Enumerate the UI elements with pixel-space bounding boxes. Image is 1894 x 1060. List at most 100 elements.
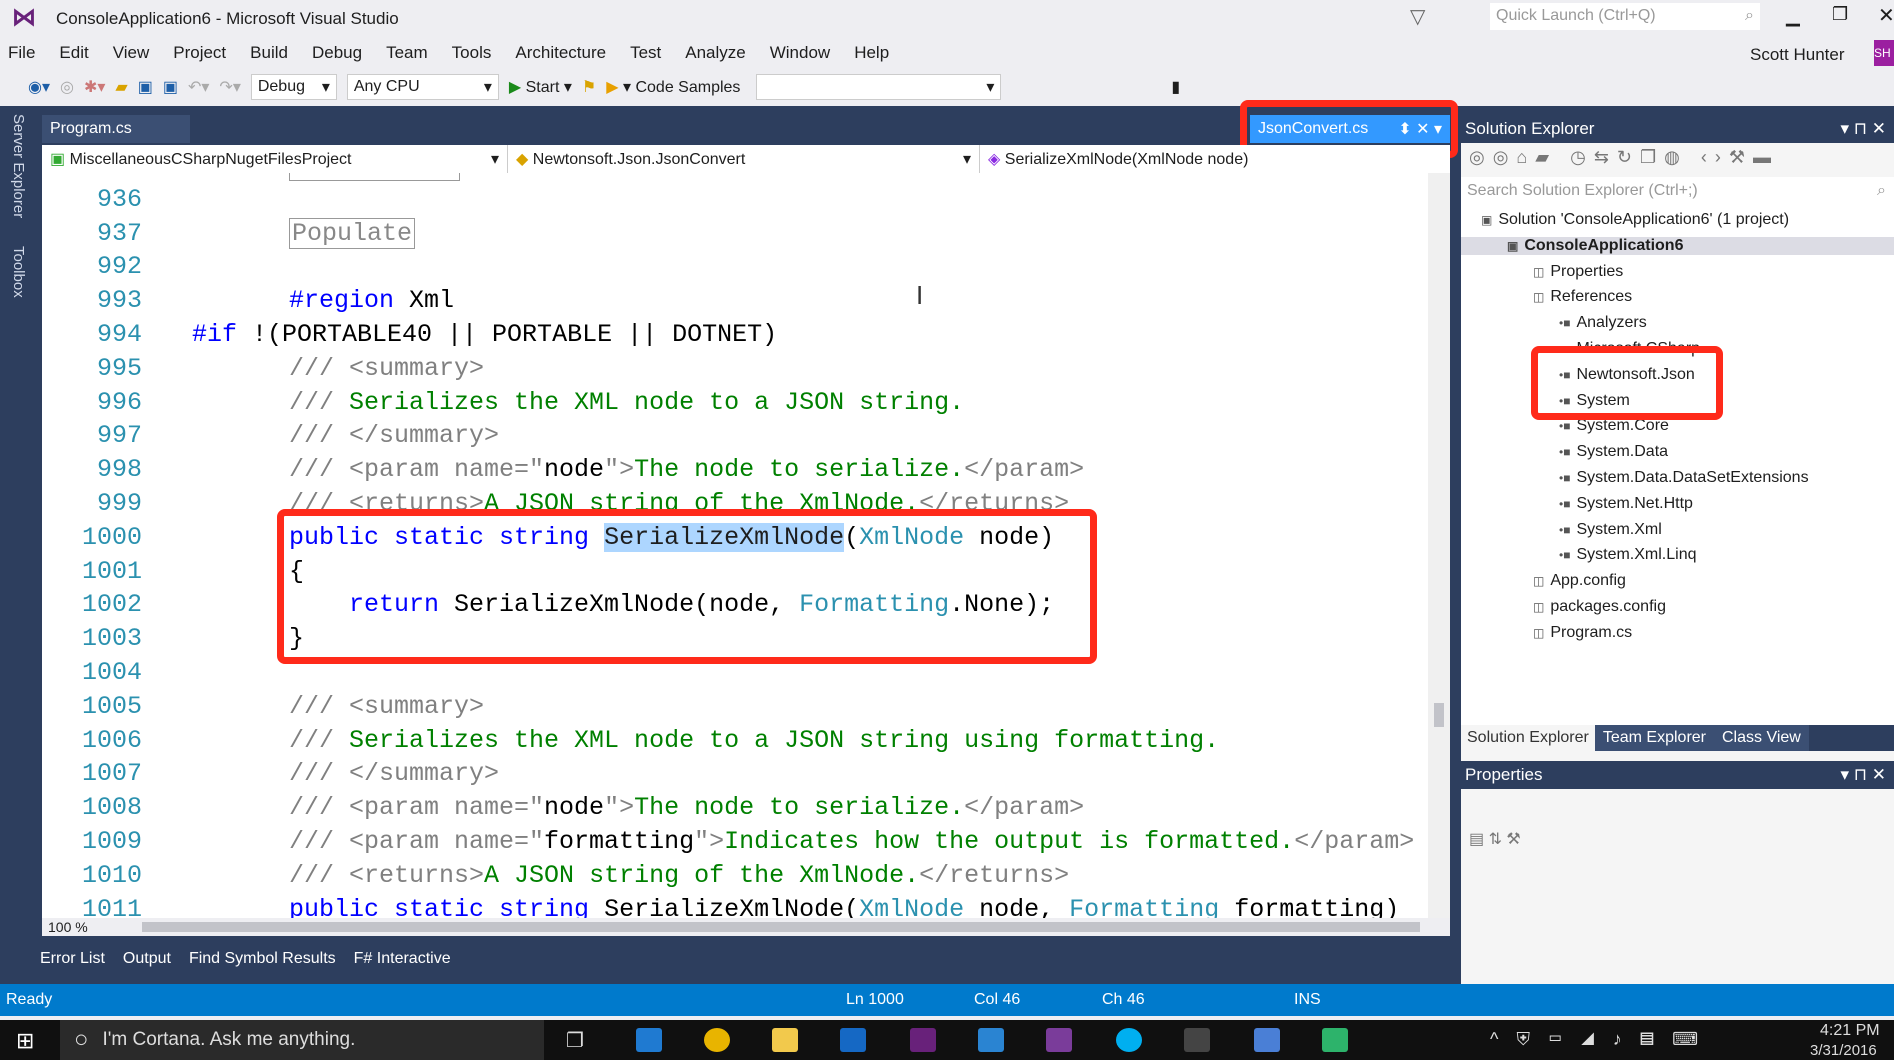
project-dropdown[interactable]: ▣ MiscellaneousCSharpNugetFilesProject ▾ bbox=[42, 145, 508, 173]
tree-item[interactable]: ▣ ConsoleApplication6 bbox=[1461, 236, 1894, 255]
undo-icon[interactable]: ↶▾ bbox=[188, 77, 209, 97]
menu-architecture[interactable]: Architecture bbox=[515, 43, 606, 63]
code-token: /// <param name=" bbox=[289, 455, 545, 485]
tree-item[interactable]: ◫ Properties bbox=[1533, 263, 1623, 281]
tree-item[interactable]: •■ Analyzers bbox=[1559, 314, 1647, 332]
filter-icon[interactable]: ▽ bbox=[1410, 4, 1425, 29]
menu-build[interactable]: Build bbox=[250, 43, 288, 63]
menu-team[interactable]: Team bbox=[386, 43, 428, 63]
user-name[interactable]: Scott Hunter bbox=[1750, 45, 1845, 65]
scroll-thumb[interactable] bbox=[1434, 703, 1444, 727]
start-button[interactable]: ▶ Start ▾ bbox=[509, 77, 572, 97]
quick-launch-input[interactable]: Quick Launch (Ctrl+Q) ⌕ bbox=[1490, 3, 1760, 30]
console-icon[interactable] bbox=[1184, 1028, 1210, 1052]
visual-studio-active-icon[interactable] bbox=[1046, 1028, 1072, 1052]
menu-view[interactable]: View bbox=[113, 43, 150, 63]
restore-button[interactable]: ❐ bbox=[1832, 4, 1848, 25]
solution-search-input[interactable]: Search Solution Explorer (Ctrl+;) ⌕ bbox=[1461, 177, 1894, 205]
visual-studio-code-icon[interactable] bbox=[978, 1028, 1004, 1052]
minimize-button[interactable]: ▁ bbox=[1786, 6, 1800, 27]
code-text: /// Serializes the XML node to a JSON st… bbox=[289, 724, 1219, 758]
bottom-tab[interactable]: Output bbox=[123, 950, 171, 968]
horizontal-scrollbar[interactable] bbox=[142, 922, 1420, 932]
menu-tools[interactable]: Tools bbox=[452, 43, 492, 63]
menu-file[interactable]: File bbox=[8, 43, 35, 63]
code-samples-select[interactable]: ▾ bbox=[756, 74, 1002, 100]
platform-select[interactable]: Any CPU ▾ bbox=[346, 74, 499, 100]
tree-item[interactable]: •■ System.Xml.Linq bbox=[1559, 546, 1697, 564]
outlook-icon[interactable] bbox=[840, 1028, 866, 1052]
bottom-tab[interactable]: F# Interactive bbox=[354, 950, 451, 968]
bottom-tab[interactable]: Find Symbol Results bbox=[189, 950, 336, 968]
member-name: SerializeXmlNode(XmlNode node) bbox=[1004, 151, 1249, 168]
code-token: node, bbox=[964, 894, 1070, 918]
vs-logo-icon: ⋈ bbox=[12, 4, 36, 31]
app-icon-2[interactable] bbox=[1322, 1028, 1348, 1052]
clock-time[interactable]: 4:21 PM bbox=[1820, 1022, 1880, 1040]
open-icon[interactable]: ▰ bbox=[115, 77, 127, 97]
bookmark-icon[interactable]: ▮ bbox=[1171, 77, 1180, 97]
user-avatar[interactable]: SH bbox=[1874, 40, 1894, 66]
server-explorer-tab[interactable]: Server Explorer bbox=[10, 114, 27, 218]
bottom-tab[interactable]: Error List bbox=[40, 950, 105, 968]
tree-item[interactable]: ◫ Program.cs bbox=[1533, 624, 1632, 642]
menu-analyze[interactable]: Analyze bbox=[685, 43, 745, 63]
member-dropdown[interactable]: ◈ SerializeXmlNode(XmlNode node) bbox=[980, 145, 1450, 173]
tree-item[interactable]: •■ System.Xml bbox=[1559, 521, 1662, 539]
save-icon[interactable]: ▣ bbox=[138, 77, 153, 97]
attach-icon[interactable]: ⚑ bbox=[582, 77, 596, 97]
class-icon: ◆ bbox=[516, 151, 529, 168]
tree-item[interactable]: •■ System.Net.Http bbox=[1559, 495, 1693, 513]
cortana-search[interactable]: ○ I'm Cortana. Ask me anything. bbox=[60, 1020, 544, 1060]
menu-help[interactable]: Help bbox=[854, 43, 889, 63]
menu-debug[interactable]: Debug bbox=[312, 43, 362, 63]
tree-item[interactable]: ◫ App.config bbox=[1533, 572, 1626, 590]
solution-explorer-toolbar: ◎◎⌂▰ ◷⇆↻❐◍ ‹›⚒▬ bbox=[1469, 147, 1779, 167]
tab-team-explorer[interactable]: Team Explorer bbox=[1594, 725, 1714, 751]
code-token: !(PORTABLE40 || PORTABLE || DOTNET) bbox=[252, 320, 778, 349]
edge-icon[interactable] bbox=[636, 1028, 662, 1052]
new-project-icon[interactable]: ✱▾ bbox=[84, 77, 105, 97]
windows-start-icon[interactable]: ⊞ bbox=[16, 1028, 34, 1054]
zoom-select[interactable]: 100 % bbox=[42, 919, 122, 935]
code-line: 997 /// </summary> bbox=[42, 419, 1422, 453]
status-char: Ch 46 bbox=[1102, 991, 1145, 1008]
visual-studio-icon[interactable] bbox=[910, 1028, 936, 1052]
forward-icon[interactable]: ◎ bbox=[60, 77, 74, 97]
configuration-select[interactable]: Debug ▾ bbox=[250, 74, 337, 100]
menu-project[interactable]: Project bbox=[173, 43, 226, 63]
tree-item[interactable]: ◫ References bbox=[1533, 288, 1632, 306]
tree-item[interactable]: •■ System.Core bbox=[1559, 417, 1669, 435]
line-number: 999 bbox=[96, 489, 142, 518]
tree-item[interactable]: •■ System.Data bbox=[1559, 443, 1668, 461]
app-icon[interactable] bbox=[1254, 1028, 1280, 1052]
vertical-scrollbar[interactable] bbox=[1428, 173, 1450, 918]
menu-window[interactable]: Window bbox=[770, 43, 830, 63]
type-dropdown[interactable]: ◆ Newtonsoft.Json.JsonConvert ▾ bbox=[508, 145, 980, 173]
code-token: </param> bbox=[1294, 827, 1415, 856]
system-tray-icons[interactable]: ^⛨▭◢♪▤⌨ bbox=[1490, 1029, 1716, 1050]
line-number: 715 bbox=[42, 173, 142, 183]
toolbox-tab[interactable]: Toolbox bbox=[10, 246, 27, 298]
save-all-icon[interactable]: ▣ bbox=[163, 77, 178, 97]
code-token: formatting bbox=[544, 827, 695, 856]
chrome-icon[interactable] bbox=[704, 1028, 730, 1052]
tab-class-view[interactable]: Class View bbox=[1714, 725, 1809, 751]
task-view-icon[interactable]: ❐ bbox=[566, 1028, 584, 1053]
skype-icon[interactable] bbox=[1116, 1028, 1142, 1052]
line-number: 992 bbox=[96, 252, 142, 282]
code-line: 996 /// Serializes the XML node to a JSON… bbox=[42, 386, 1422, 420]
clock-date[interactable]: 3/31/2016 bbox=[1810, 1042, 1877, 1059]
close-button[interactable]: ✕ bbox=[1878, 3, 1894, 28]
back-icon[interactable]: ◉▾ bbox=[28, 77, 50, 97]
tree-item[interactable]: ▣ Solution 'ConsoleApplication6' (1 proje… bbox=[1481, 211, 1789, 229]
menu-edit[interactable]: Edit bbox=[59, 43, 88, 63]
tree-item[interactable]: ◫ packages.config bbox=[1533, 598, 1666, 616]
redo-icon[interactable]: ↷▾ bbox=[219, 77, 240, 97]
tab-solution-explorer[interactable]: Solution Explorer bbox=[1461, 725, 1595, 751]
code-samples-button[interactable]: ▶ ▾ Code Samples bbox=[606, 77, 740, 97]
file-explorer-icon[interactable] bbox=[772, 1028, 798, 1052]
tab-program-cs[interactable]: Program.cs bbox=[42, 115, 190, 143]
menu-test[interactable]: Test bbox=[630, 43, 661, 63]
tree-item[interactable]: •■ System.Data.DataSetExtensions bbox=[1559, 469, 1809, 487]
